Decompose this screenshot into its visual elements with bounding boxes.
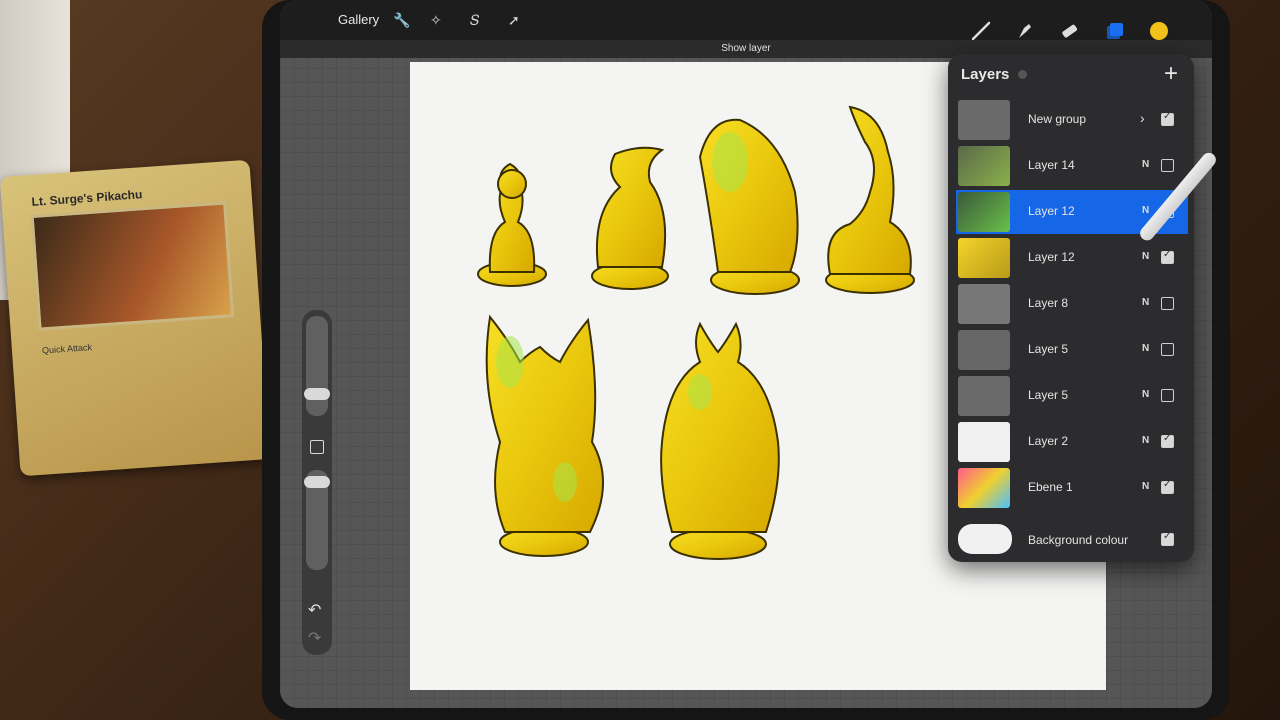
- blend-mode-label[interactable]: N: [1142, 389, 1149, 400]
- layer-name: Layer 5: [1028, 342, 1069, 356]
- layer-visibility-checkbox[interactable]: [1161, 479, 1174, 494]
- layer-visibility-checkbox[interactable]: [1161, 111, 1174, 126]
- layer-thumbnail[interactable]: [958, 100, 1010, 140]
- layer-row[interactable]: Layer 2 N: [956, 420, 1188, 464]
- color-swatch[interactable]: [1148, 20, 1170, 42]
- wand-icon[interactable]: ✧: [430, 12, 442, 29]
- layer-row[interactable]: Layer 5 N: [956, 374, 1188, 418]
- blend-mode-label[interactable]: N: [1142, 481, 1149, 492]
- layers-panel: Layers + New group›Layer 14NLayer 12NLay…: [948, 54, 1194, 562]
- layer-thumbnail[interactable]: [958, 422, 1010, 462]
- layer-visibility-checkbox[interactable]: [1161, 249, 1174, 264]
- layer-row[interactable]: Ebene 1 N: [956, 466, 1188, 510]
- layer-visibility-checkbox[interactable]: [1161, 343, 1174, 356]
- blend-mode-label[interactable]: N: [1142, 205, 1149, 216]
- layers-info-dot: [1018, 70, 1027, 79]
- layer-thumbnail[interactable]: [958, 146, 1010, 186]
- layer-thumbnail[interactable]: [958, 376, 1010, 416]
- card-attack: Quick Attack: [41, 342, 93, 356]
- gallery-button[interactable]: Gallery: [338, 12, 379, 27]
- wrench-icon[interactable]: 🔧: [393, 12, 410, 29]
- layer-visibility-checkbox[interactable]: [1161, 159, 1174, 172]
- layer-name: Layer 8: [1028, 296, 1069, 310]
- layer-thumbnail[interactable]: [958, 284, 1010, 324]
- brush-size-slider[interactable]: [304, 316, 330, 416]
- layer-visibility-checkbox[interactable]: [1161, 389, 1174, 402]
- add-layer-button[interactable]: +: [1164, 60, 1178, 88]
- card-title: Lt. Surge's Pikachu: [31, 187, 143, 209]
- layer-visibility-checkbox[interactable]: [1161, 433, 1174, 448]
- layer-row[interactable]: Layer 8 N: [956, 282, 1188, 326]
- eraser-icon[interactable]: [1058, 20, 1080, 42]
- layer-name: New group: [1028, 112, 1087, 126]
- layer-row[interactable]: Layer 5 N: [956, 328, 1188, 372]
- layer-name: Layer 12: [1028, 250, 1075, 264]
- blend-mode-label[interactable]: N: [1142, 159, 1149, 170]
- side-sliders: ↶ ↷: [302, 310, 332, 655]
- layer-row[interactable]: Layer 14 N: [956, 144, 1188, 188]
- layer-name: Layer 14: [1028, 158, 1075, 172]
- brush-icon[interactable]: [970, 20, 992, 42]
- layers-icon[interactable]: [1104, 20, 1126, 42]
- layer-row[interactable]: Layer 12 N: [956, 236, 1188, 280]
- layer-thumbnail[interactable]: [958, 468, 1010, 508]
- background-visibility-checkbox[interactable]: [1161, 531, 1174, 546]
- card-art: [30, 201, 235, 331]
- transform-icon[interactable]: ➚: [508, 12, 520, 29]
- layer-visibility-checkbox[interactable]: [1161, 297, 1174, 310]
- layer-name: Layer 5: [1028, 388, 1069, 402]
- layer-name: Ebene 1: [1028, 480, 1073, 494]
- undo-icon[interactable]: ↶: [308, 600, 321, 620]
- layer-thumbnail[interactable]: [958, 238, 1010, 278]
- background-swatch[interactable]: [958, 524, 1012, 554]
- redo-icon[interactable]: ↷: [308, 628, 321, 648]
- layer-thumbnail[interactable]: [958, 192, 1010, 232]
- smudge-icon[interactable]: [1014, 20, 1036, 42]
- top-toolbar: Gallery 🔧 ✧ 𝑆 ➚: [280, 0, 1212, 42]
- blend-mode-label[interactable]: N: [1142, 435, 1149, 446]
- procreate-screen: Gallery 🔧 ✧ 𝑆 ➚ Show layer ↶ ↷ Layers + …: [280, 0, 1212, 708]
- layer-row[interactable]: New group ›: [956, 98, 1188, 142]
- opacity-knob[interactable]: [304, 476, 330, 488]
- background-colour-row[interactable]: Background colour: [956, 524, 1188, 556]
- blend-mode-label[interactable]: N: [1142, 297, 1149, 308]
- layers-title: Layers: [961, 66, 1010, 83]
- modify-button[interactable]: [310, 440, 324, 454]
- pokemon-card: Lt. Surge's Pikachu Quick Attack: [0, 159, 271, 477]
- brush-size-knob[interactable]: [304, 388, 330, 400]
- layer-name: Layer 2: [1028, 434, 1069, 448]
- chevron-right-icon[interactable]: ›: [1140, 110, 1145, 126]
- opacity-slider[interactable]: [304, 470, 330, 570]
- blend-mode-label[interactable]: N: [1142, 343, 1149, 354]
- blend-mode-label[interactable]: N: [1142, 251, 1149, 262]
- selection-icon[interactable]: 𝑆: [470, 12, 479, 29]
- layer-name: Layer 12: [1028, 204, 1075, 218]
- layer-thumbnail[interactable]: [958, 330, 1010, 370]
- background-label: Background colour: [1028, 533, 1129, 547]
